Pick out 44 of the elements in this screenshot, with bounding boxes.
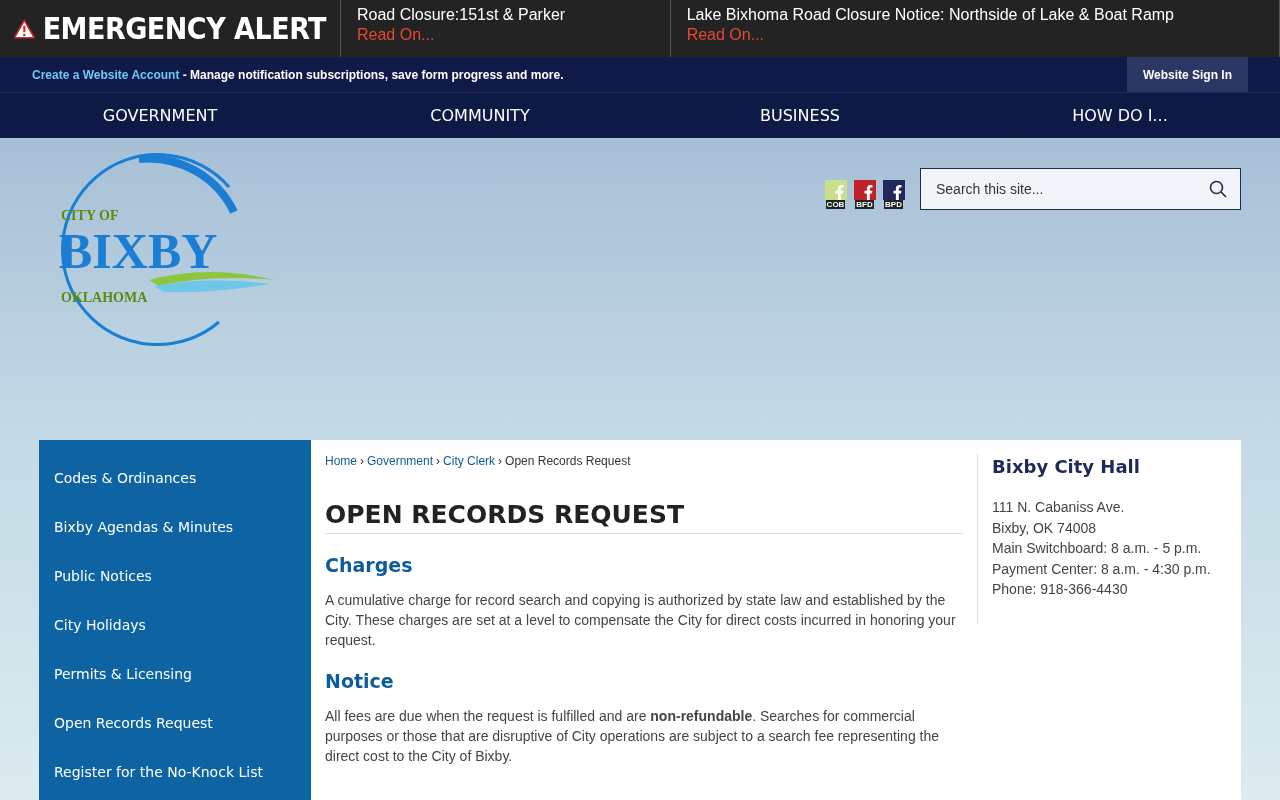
- sidebar-link[interactable]: Open Records Request: [39, 703, 311, 752]
- sidebar-link[interactable]: Register for the No-Knock List: [39, 752, 311, 800]
- social-label: BPD: [884, 200, 903, 209]
- create-account-link[interactable]: Create a Website Account: [32, 67, 180, 82]
- nav-link[interactable]: COMMUNITY: [320, 93, 640, 138]
- alert-title: EMERGENCY ALERT: [42, 11, 326, 46]
- contact-line: Phone: 918-366-4430: [992, 580, 1129, 599]
- section-heading: Notice: [325, 670, 395, 692]
- sidebar-link[interactable]: Bixby Agendas & Minutes: [39, 507, 311, 556]
- sidebar-link[interactable]: City Holidays: [39, 605, 311, 654]
- facebook-icon[interactable]: [882, 180, 905, 200]
- contact-line: Main Switchboard: 8 a.m. - 5 p.m.: [992, 539, 1203, 558]
- sidebar-link[interactable]: Permits & Licensing: [39, 654, 311, 703]
- section-paragraph: All fees are due when the request is fulfilled and are non-refundable. Searches for commercial purposes or those that are disruptive of City operations are subject to a search fee representing the direct cost to the City of Bixby.: [325, 707, 941, 766]
- search-field[interactable]: Search this site...: [920, 168, 1241, 210]
- contact-title: Bixby City Hall: [992, 456, 1141, 477]
- breadcrumb-current: Open Records Request: [505, 454, 631, 468]
- section-heading: Charges: [325, 554, 414, 576]
- nav-link[interactable]: GOVERNMENT: [0, 93, 320, 138]
- sidebar-link[interactable]: Public Notices: [39, 556, 311, 605]
- read-on-link[interactable]: Read On...: [686, 26, 1263, 44]
- contact-line: Payment Center: 8 a.m. - 4:30 p.m.: [992, 559, 1212, 579]
- social-label: COB: [825, 200, 846, 209]
- account-message: Create a Website Account - Manage notification subscriptions, save form progress and more.: [32, 67, 564, 82]
- search-icon[interactable]: [1209, 180, 1227, 198]
- breadcrumb-link[interactable]: Home: [325, 454, 357, 468]
- alert-headline: Lake Bixhoma Road Closure Notice: Northside of Lake & Boat Ramp: [686, 6, 1175, 24]
- contact-line: Bixby, OK 74008: [992, 518, 1098, 538]
- read-on-link[interactable]: Read On...: [357, 26, 654, 44]
- social-label: BFD: [855, 200, 874, 209]
- contact-line: 111 N. Cabaniss Ave.: [992, 498, 1126, 517]
- breadcrumb-separator: ›: [360, 454, 364, 468]
- sign-in-button[interactable]: Website Sign In: [1126, 57, 1248, 92]
- sidebar-link[interactable]: Codes & Ordinances: [39, 458, 311, 507]
- page-title: OPEN RECORDS REQUEST: [325, 500, 963, 534]
- alert-headline: Road Closure:151st & Parker: [357, 6, 567, 24]
- section-paragraph: A cumulative charge for record search and copying is authorized by state law and established by the City. These charges are set at a level to compensate the City for direct costs incurred in honoring your request.: [325, 591, 957, 650]
- facebook-icon[interactable]: [853, 180, 876, 200]
- nav-link[interactable]: HOW DO I...: [960, 93, 1280, 138]
- breadcrumb-link[interactable]: City Clerk: [443, 454, 496, 468]
- breadcrumb-link[interactable]: Government: [367, 454, 434, 468]
- breadcrumb-separator: ›: [498, 454, 503, 468]
- breadcrumb-separator: ›: [436, 454, 441, 468]
- nav-link[interactable]: BUSINESS: [640, 93, 960, 138]
